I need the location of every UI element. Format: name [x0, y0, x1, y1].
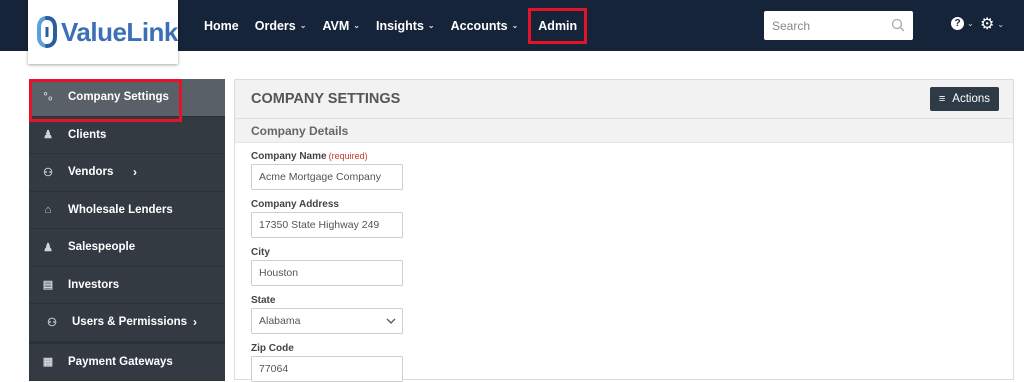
company-details-form: Company Name(required) Company Address C… — [235, 143, 1013, 382]
nav-insights[interactable]: Insights ⌄ — [376, 19, 435, 33]
people-icon: ⚇ — [43, 166, 53, 179]
nav-admin-label: Admin — [538, 18, 578, 33]
nav-avm[interactable]: AVM ⌄ — [322, 19, 360, 33]
sidebar-item-label: Clients — [68, 128, 107, 141]
chevron-down-icon — [386, 318, 396, 324]
settings-dots-icon: °₀ — [43, 91, 53, 104]
sidebar-item-company-settings[interactable]: °₀ Company Settings — [29, 79, 225, 122]
city-field-group: City — [251, 247, 1013, 286]
sidebar-item-label: Company Settings — [68, 91, 169, 104]
sidebar-item-label: Wholesale Lenders — [68, 203, 173, 216]
company-name-label-text: Company Name — [251, 151, 327, 162]
nav-home[interactable]: Home — [204, 19, 239, 33]
company-settings-panel: COMPANY SETTINGS ≡ Actions Company Detai… — [234, 79, 1014, 382]
gear-icon: ⚙ — [980, 16, 995, 33]
actions-button-label: Actions — [952, 93, 990, 105]
sidebar-item-label: Payment Gateways — [68, 355, 173, 368]
panel-header: COMPANY SETTINGS ≡ Actions — [235, 80, 1013, 119]
sidebar-item-wholesale-lenders[interactable]: ⌂ Wholesale Lenders — [29, 192, 225, 229]
zip-label: Zip Code — [251, 343, 294, 354]
page-title: COMPANY SETTINGS — [251, 91, 401, 107]
sidebar-item-label: Salespeople — [68, 241, 136, 254]
nav-avm-label: AVM — [322, 18, 350, 33]
state-select[interactable]: Alabama — [251, 308, 403, 334]
zip-field-group: Zip Code — [251, 343, 1013, 382]
zip-input[interactable] — [251, 356, 403, 382]
grid-icon: ▦ — [42, 356, 54, 369]
search-box — [764, 11, 913, 40]
state-selected-value: Alabama — [259, 315, 301, 327]
sidebar-item-clients[interactable]: ♟ Clients — [29, 117, 225, 154]
company-address-field-group: Company Address — [251, 199, 1013, 238]
city-label: City — [251, 247, 270, 258]
section-title: Company Details — [235, 119, 1013, 143]
state-label: State — [251, 295, 276, 306]
chevron-down-icon: ⌄ — [997, 19, 1005, 29]
sidebar-item-label: Investors — [68, 278, 120, 291]
hamburger-icon: ≡ — [938, 93, 946, 105]
company-name-label: Company Name (required) — [251, 151, 1013, 162]
sidebar-item-vendors[interactable]: ⚇ Vendors › — [29, 154, 225, 192]
nav-admin[interactable]: Admin — [528, 7, 588, 44]
nav-insights-label: Insights — [376, 18, 424, 33]
state-field-group: State Alabama — [251, 295, 1013, 334]
logo-mark-icon — [36, 15, 58, 49]
investors-icon: ▤ — [42, 279, 54, 292]
chevron-down-icon: ⌄ — [511, 21, 519, 30]
sidebar-item-users-permissions[interactable]: ⚇ Users & Permissions › — [29, 304, 225, 342]
chevron-down-icon: ⌄ — [299, 21, 307, 30]
company-name-field-group: Company Name (required) — [251, 151, 1013, 190]
chevron-down-icon: ⌄ — [353, 21, 360, 30]
city-input[interactable] — [251, 260, 403, 286]
search-icon[interactable] — [891, 18, 905, 32]
nav-home-label: Home — [204, 18, 239, 33]
sidebar-item-investors[interactable]: ▤ Investors — [29, 267, 225, 304]
top-nav-bar: ValueLink Home Orders ⌄ AVM ⌄ Insights ⌄ Ac… — [0, 0, 1024, 64]
company-name-input[interactable] — [251, 164, 403, 190]
company-address-input[interactable] — [251, 212, 403, 238]
person-icon: ♟ — [43, 129, 53, 142]
person-icon: ♟ — [43, 241, 53, 254]
settings-menu[interactable]: ⚙ ⌄ — [980, 14, 1004, 34]
chevron-down-icon: ⌄ — [427, 21, 435, 30]
nav-accounts-label: Accounts — [450, 18, 508, 33]
people-icon: ⚇ — [47, 316, 57, 329]
nav-accounts[interactable]: Accounts ⌄ — [451, 19, 519, 33]
nav-orders-label: Orders — [254, 18, 296, 33]
bank-icon: ⌂ — [44, 203, 52, 216]
sidebar-item-label: Vendors — [68, 166, 114, 179]
sidebar-item-label: Users & Permissions — [72, 316, 188, 329]
search-input[interactable] — [772, 18, 890, 33]
help-icon: ? — [951, 17, 964, 30]
chevron-right-icon: › — [133, 165, 137, 180]
sidebar-item-salespeople[interactable]: ♟ Salespeople — [29, 229, 225, 267]
chevron-right-icon: › — [193, 315, 197, 330]
required-indicator: (required) — [328, 151, 368, 161]
main-nav: Home Orders ⌄ AVM ⌄ Insights ⌄ Accounts ⌄ Ad… — [196, 0, 595, 51]
brand-name: ValueLink — [61, 16, 178, 47]
sidebar-item-payment-gateways[interactable]: ▦ Payment Gateways — [29, 344, 225, 381]
nav-orders[interactable]: Orders ⌄ — [255, 19, 307, 33]
brand-logo[interactable]: ValueLink — [28, 0, 178, 64]
help-menu[interactable]: ? ⌄ — [951, 17, 974, 30]
admin-sidebar: °₀ Company Settings ♟ Clients ⚇ Vendors … — [29, 79, 225, 381]
chevron-down-icon: ⌄ — [967, 19, 974, 28]
company-address-label: Company Address — [251, 199, 339, 210]
actions-button[interactable]: ≡ Actions — [929, 87, 999, 111]
